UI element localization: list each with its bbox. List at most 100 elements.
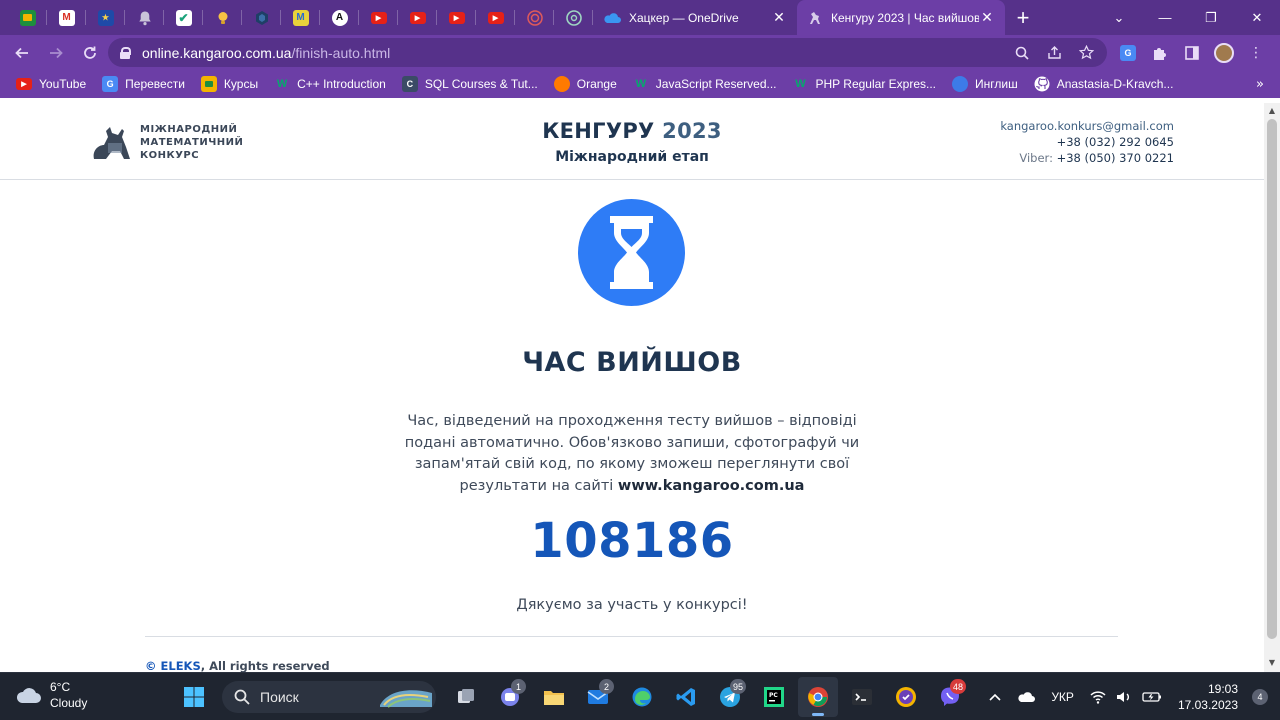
notification-center-badge[interactable]: 4 (1252, 689, 1268, 705)
address-bar[interactable]: online.kangaroo.com.ua/finish-auto.html (108, 38, 1107, 67)
pinned-tab-youtube-4[interactable]: ▶ (476, 0, 515, 35)
pinned-tab-m-app[interactable]: M (281, 0, 320, 35)
clock-button[interactable]: 19:03 17.03.2023 (1170, 673, 1246, 720)
pinned-tab-youtube-2[interactable]: ▶ (398, 0, 437, 35)
chatgpt-icon (565, 9, 582, 26)
input-language[interactable]: УКР (1043, 673, 1082, 720)
telegram-button[interactable]: 95 (710, 677, 750, 717)
bookmark-orange[interactable]: Orange (548, 72, 623, 96)
close-window-button[interactable]: ✕ (1234, 0, 1280, 35)
close-icon[interactable]: ✕ (771, 9, 787, 26)
bookmark-translate[interactable]: G Перевести (96, 72, 191, 96)
teams-chat-button[interactable]: 1 (490, 677, 530, 717)
english-app-icon (952, 76, 968, 92)
tab-onedrive[interactable]: Хацкер — OneDrive ✕ (593, 0, 797, 35)
restore-button[interactable]: ❐ (1188, 0, 1234, 35)
task-view-button[interactable] (446, 677, 486, 717)
close-icon[interactable]: ✕ (979, 9, 995, 26)
pinned-tab-target[interactable] (515, 0, 554, 35)
url-domain: online.kangaroo.com.ua (142, 44, 292, 61)
bookmarks-overflow-button[interactable]: » (1256, 70, 1264, 98)
side-panel-icon[interactable] (1176, 37, 1208, 69)
screen: M ★ ✔ M A ▶ ▶ ▶ ▶ Хацкер — OneDrive ✕ Ке… (0, 0, 1280, 720)
bookmark-js-reserved[interactable]: W JavaScript Reserved... (627, 72, 783, 96)
hexagon-app-icon (255, 10, 268, 25)
pinned-tab-hexagon[interactable] (242, 0, 281, 35)
translate-extension-icon[interactable]: G (1112, 37, 1144, 69)
bookmark-label: YouTube (39, 77, 87, 91)
bookmark-youtube[interactable]: ▶ YouTube (10, 72, 92, 96)
minimize-button[interactable]: — (1142, 0, 1188, 35)
bookmark-github[interactable]: Anastasia-D-Kravch... (1028, 72, 1180, 96)
event-title: КЕНГУРУ 2023 (500, 119, 764, 143)
logo-line: КОНКУРС (140, 150, 200, 161)
pinned-tab-notifications[interactable] (125, 0, 164, 35)
battery-button[interactable] (1134, 673, 1170, 720)
letter-a-icon: A (331, 9, 348, 26)
terminal-button[interactable] (842, 677, 882, 717)
back-button[interactable] (6, 37, 38, 69)
edge-button[interactable] (622, 677, 662, 717)
taskbar-search[interactable]: Поиск (222, 681, 436, 713)
new-tab-button[interactable]: + (1005, 0, 1041, 35)
scroll-thumb[interactable] (1267, 119, 1277, 639)
volume-button[interactable] (1114, 673, 1134, 720)
profile-avatar-icon[interactable] (1208, 37, 1240, 69)
viber-button[interactable]: 48 (930, 677, 970, 717)
viber-phone[interactable]: +38 (050) 370 0221 (1057, 151, 1174, 165)
site-header: МІЖНАРОДНИЙ МАТЕМАТИЧНИЙ КОНКУРС КЕНГУРУ… (0, 103, 1264, 180)
vpn-button[interactable] (886, 677, 926, 717)
pinned-tab-chatgpt[interactable] (554, 0, 593, 35)
footer-divider (145, 636, 1118, 637)
wifi-icon (1090, 691, 1106, 704)
pinned-tab-gmail[interactable]: M (47, 0, 86, 35)
eleks-link[interactable]: ELEKS (161, 659, 201, 672)
show-hidden-icons-button[interactable] (981, 673, 1009, 720)
vscode-button[interactable] (666, 677, 706, 717)
bookmark-english[interactable]: Инглиш (946, 72, 1024, 96)
url-text[interactable]: online.kangaroo.com.ua/finish-auto.html (142, 45, 390, 61)
pinned-tab-ideas[interactable] (203, 0, 242, 35)
pinned-tab-classroom[interactable] (8, 0, 47, 35)
taskbar-apps: Поиск 1 2 95 PC 48 (174, 677, 974, 717)
network-button[interactable] (1082, 673, 1114, 720)
pinned-tab-eu[interactable]: ★ (86, 0, 125, 35)
start-button[interactable] (174, 677, 214, 717)
lock-icon[interactable] (120, 46, 131, 59)
youtube-icon: ▶ (487, 11, 504, 24)
system-tray: УКР 19:03 17.03.2023 4 (981, 673, 1280, 720)
puzzle-icon[interactable] (1144, 37, 1176, 69)
weather-widget[interactable]: 6°C Cloudy (16, 679, 87, 711)
pinned-tab-youtube-1[interactable]: ▶ (359, 0, 398, 35)
pinned-tab-tasks[interactable]: ✔ (164, 0, 203, 35)
pinned-tab-youtube-3[interactable]: ▶ (437, 0, 476, 35)
results-site-link[interactable]: www.kangaroo.com.ua (618, 478, 805, 494)
extensions-area: G ⋮ (1112, 35, 1272, 70)
pycharm-button[interactable]: PC (754, 677, 794, 717)
svg-text:PC: PC (769, 692, 778, 699)
contact-email-link[interactable]: kangaroo.konkurs@gmail.com (1000, 118, 1174, 134)
page-scrollbar[interactable]: ▲ ▼ (1264, 103, 1280, 672)
forward-button[interactable] (40, 37, 72, 69)
file-explorer-button[interactable] (534, 677, 574, 717)
share-icon[interactable] (1041, 40, 1067, 66)
tab-search-button[interactable]: ⌄ (1096, 0, 1142, 35)
thanks-message: Дякуємо за участь у конкурсі! (516, 597, 748, 613)
onedrive-tray-button[interactable] (1009, 673, 1043, 720)
reload-button[interactable] (74, 37, 106, 69)
tab-kangaroo[interactable]: Кенгуру 2023 | Час вийшов ✕ (797, 0, 1005, 35)
scroll-up-icon[interactable]: ▲ (1267, 106, 1277, 116)
bookmark-php-regex[interactable]: W PHP Regular Expres... (787, 72, 943, 96)
contact-phone[interactable]: +38 (032) 292 0645 (1000, 134, 1174, 150)
zoom-icon[interactable] (1009, 40, 1035, 66)
mail-button[interactable]: 2 (578, 677, 618, 717)
bookmark-courses[interactable]: Курсы (195, 72, 264, 96)
chrome-button[interactable] (798, 677, 838, 717)
scroll-down-icon[interactable]: ▼ (1267, 658, 1277, 668)
more-menu-icon[interactable]: ⋮ (1240, 37, 1272, 69)
bookmark-cpp[interactable]: W C++ Introduction (268, 72, 392, 96)
pinned-tab-a-app[interactable]: A (320, 0, 359, 35)
contest-logo[interactable]: МІЖНАРОДНИЙ МАТЕМАТИЧНИЙ КОНКУРС (88, 123, 243, 162)
bookmark-star-icon[interactable] (1073, 40, 1099, 66)
bookmark-sql[interactable]: C SQL Courses & Tut... (396, 72, 544, 96)
